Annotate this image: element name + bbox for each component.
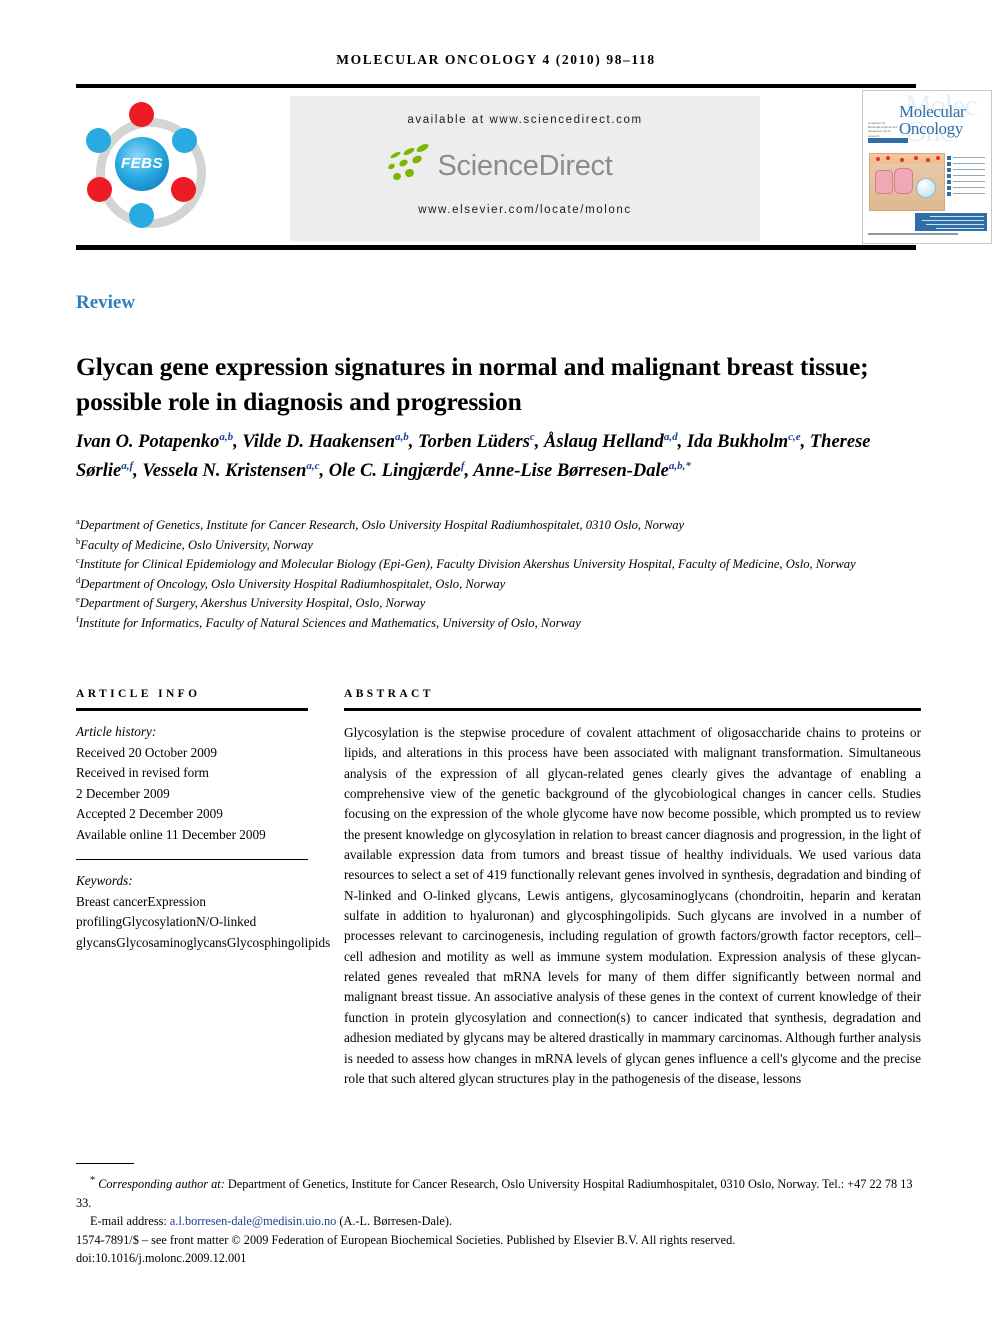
journal-cover-thumbnail: Molec Onc Molecular Oncology A quarter f… <box>862 90 992 244</box>
header-rule-bottom <box>76 245 916 250</box>
author-name: Åslaug Helland <box>544 432 664 452</box>
affiliation-item: eDepartment of Surgery, Akershus Univers… <box>76 594 426 611</box>
article-info-rule <box>76 708 308 711</box>
article-history-item: Accepted 2 December 2009 <box>76 806 223 821</box>
cover-subtitle: A quarter for Biotechnological and advan… <box>868 121 897 138</box>
affiliation-marker: b <box>76 535 81 546</box>
author-name: Ole C. Lingjærde <box>328 461 461 481</box>
author-affiliation-marker: c <box>529 430 535 443</box>
abstract-column: ABSTRACT Glycosylation is the stepwise p… <box>344 688 921 1089</box>
affiliation-marker: c <box>76 555 80 565</box>
keyword-item: Breast cancer <box>76 893 148 909</box>
sciencedirect-wordmark: ScienceDirect <box>437 150 613 182</box>
corresponding-author-note: * Corresponding author at: Department of… <box>76 1172 921 1212</box>
sciencedirect-logo[interactable]: ScienceDirect <box>290 142 760 190</box>
keyword-item: Glycosylation <box>122 914 197 930</box>
footnote-block: * Corresponding author at: Department of… <box>76 1172 921 1268</box>
sciencedirect-leaf-icon <box>386 142 434 187</box>
cover-legend <box>947 155 987 197</box>
cover-journal-title: Molecular Oncology <box>899 102 966 138</box>
cover-footer-strip <box>868 233 958 235</box>
doi-line: doi:10.1016/j.molonc.2009.12.001 <box>76 1251 247 1266</box>
febs-dot-icon <box>86 128 111 153</box>
author-name: Torben Lüders <box>418 432 530 452</box>
article-history-item: Received in revised form <box>76 765 209 780</box>
email-suffix: (A.-L. Børresen-Dale). <box>339 1214 453 1229</box>
affiliation-item: bFaculty of Medicine, Oslo University, N… <box>76 535 313 552</box>
header-rule-top <box>76 84 916 88</box>
author-affiliation-marker: a,b <box>219 430 234 443</box>
copyright-line: 1574-7891/$ – see front matter © 2009 Fe… <box>76 1232 736 1247</box>
keywords-label: Keywords: <box>76 873 133 889</box>
affiliation-list: aDepartment of Genetics, Institute for C… <box>76 516 921 634</box>
footnote-rule <box>76 1163 134 1165</box>
author-list: Ivan O. Potapenkoa,b, Vilde D. Haakensen… <box>76 430 871 481</box>
article-history-item: 2 December 2009 <box>76 785 170 801</box>
febs-dot-icon <box>129 102 154 127</box>
febs-dot-icon <box>172 128 197 153</box>
abstract-rule <box>344 708 921 711</box>
corr-marker: * <box>90 1175 96 1186</box>
author-name: Ivan O. Potapenko <box>76 432 220 452</box>
keywords-rule <box>76 859 308 861</box>
affiliation-item: cInstitute for Clinical Epidemiology and… <box>76 555 856 572</box>
affiliation-item: fInstitute for Informatics, Faculty of N… <box>76 613 581 630</box>
article-info-heading: ARTICLE INFO <box>76 688 201 700</box>
author-name: Ida Bukholm <box>686 432 789 452</box>
article-history: Article history: Received 20 October 200… <box>76 722 308 845</box>
febs-logo: FEBS <box>82 102 206 232</box>
journal-article-page: MOLECULAR ONCOLOGY 4 (2010) 98–118 FEBS … <box>0 0 992 1323</box>
masthead: FEBS available at www.sciencedirect.com <box>76 90 992 244</box>
page-title: Glycan gene expression signatures in nor… <box>76 352 869 417</box>
keyword-item: Glycosaminoglycans <box>116 934 227 950</box>
article-history-item: Received 20 October 2009 <box>76 744 217 760</box>
affiliation-marker: f <box>76 613 79 624</box>
article-type-label: Review <box>76 292 136 313</box>
corr-label: Corresponding author at: <box>98 1177 225 1192</box>
author-affiliation-marker: c,e <box>788 430 801 443</box>
cover-issue-badge <box>868 138 908 143</box>
running-head: MOLECULAR ONCOLOGY 4 (2010) 98–118 <box>336 52 656 67</box>
author-affiliation-marker: a,b,* <box>668 459 691 472</box>
article-info-column: ARTICLE INFO Article history: Received 2… <box>76 688 330 953</box>
email-label: E-mail address: <box>90 1214 167 1229</box>
febs-logo-text: FEBS <box>115 137 169 191</box>
keyword-item: Glycosphingolipids <box>226 934 331 950</box>
author-affiliation-marker: f <box>460 459 465 472</box>
affiliation-marker: d <box>76 574 81 585</box>
cover-illustration <box>869 153 945 211</box>
article-history-lines: Received 20 October 2009 Received in revi… <box>76 743 308 846</box>
author-affiliation-marker: a,b <box>395 430 409 443</box>
article-history-item: Available online 11 December 2009 <box>76 826 266 842</box>
author-affiliation-marker: a,f <box>121 459 134 472</box>
article-history-label: Article history: <box>76 724 157 739</box>
author-name: Vilde D. Haakensen <box>242 432 396 452</box>
affiliation-item: aDepartment of Genetics, Institute for C… <box>76 515 685 532</box>
author-name: Anne-Lise Børresen-Dale <box>473 461 669 481</box>
journal-url-text[interactable]: www.elsevier.com/locate/molonc <box>290 204 760 216</box>
febs-dot-icon <box>129 203 154 228</box>
available-at-text: available at www.sciencedirect.com <box>407 114 643 126</box>
author-name: Vessela N. Kristensen <box>142 461 307 481</box>
affiliation-marker: a <box>76 515 80 526</box>
sciencedirect-band: available at www.sciencedirect.com Scien… <box>290 96 760 241</box>
affiliation-item: dDepartment of Oncology, Oslo University… <box>76 574 506 591</box>
email-note: E-mail address: a.l.borresen-dale@medisi… <box>76 1212 921 1231</box>
affiliation-marker: e <box>76 594 80 605</box>
author-affiliation-marker: a,d <box>663 430 678 443</box>
abstract-text: Glycosylation is the stepwise procedure … <box>344 725 921 1086</box>
febs-dot-icon <box>171 177 196 202</box>
author-affiliation-marker: a,c <box>306 459 320 472</box>
email-link[interactable]: a.l.borresen-dale@medisin.uio.no <box>170 1214 336 1228</box>
febs-dot-icon <box>87 177 112 202</box>
keywords-block: Keywords: Breast cancerExpression profil… <box>76 871 330 953</box>
keyword-items: Breast cancerExpression profilingGlycosy… <box>76 894 330 950</box>
abstract-heading: ABSTRACT <box>344 688 434 700</box>
cover-contents-box <box>915 213 987 231</box>
